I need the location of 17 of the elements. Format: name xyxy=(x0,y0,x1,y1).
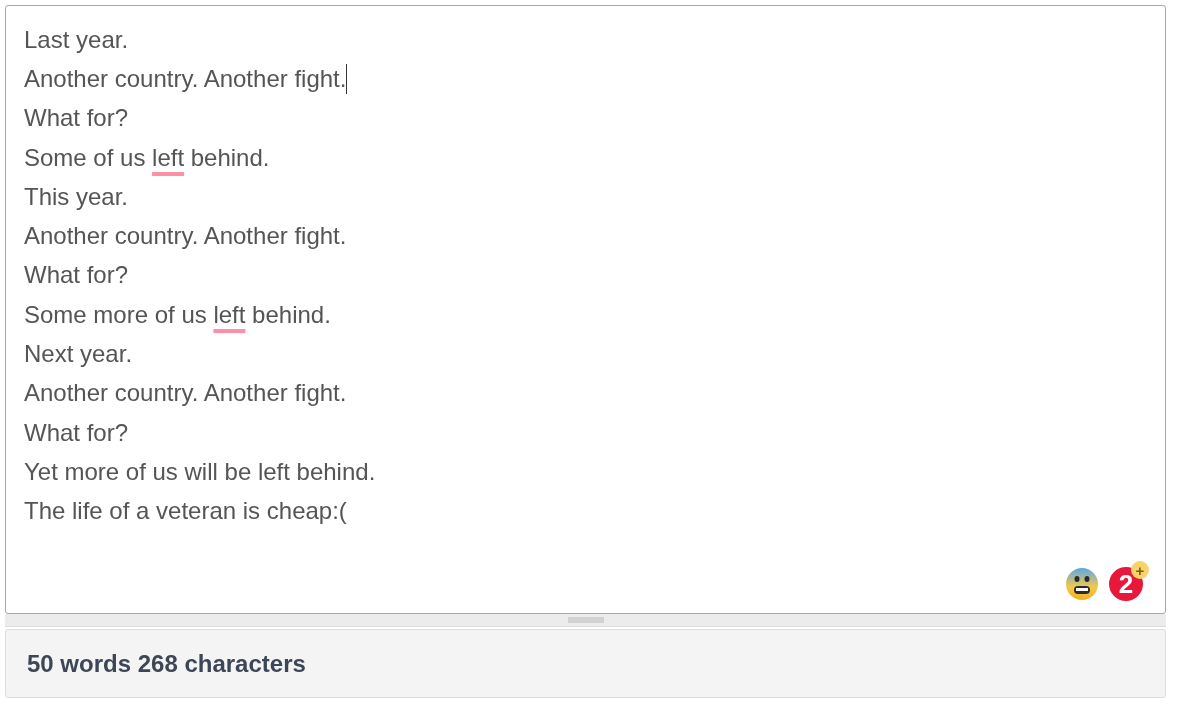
word-count: 50 words 268 characters xyxy=(27,648,306,679)
text-line: This year. xyxy=(24,181,130,212)
text-line: Last year. xyxy=(24,24,130,55)
text-line: Next year. xyxy=(24,339,134,369)
text-line: What for? xyxy=(24,103,130,134)
text-line: The life of a veteran is cheap:( xyxy=(24,496,348,527)
text-line: Another country. Another fight. xyxy=(24,378,348,409)
text-line: Yet more of us will be left behind. xyxy=(24,456,377,487)
text-line: What for? xyxy=(24,260,130,291)
add-badge[interactable]: + xyxy=(1131,561,1149,579)
text-line: Some of us left behind. xyxy=(24,142,271,173)
text-line: Another country. Another fight. xyxy=(24,221,348,252)
emoji-icon[interactable] xyxy=(1065,567,1099,601)
text-line: Another country. Another fight. xyxy=(24,62,349,96)
text-line: What for? xyxy=(24,417,130,448)
resize-handle[interactable] xyxy=(567,617,604,623)
text-line: Some more of us left behind. xyxy=(24,299,332,330)
